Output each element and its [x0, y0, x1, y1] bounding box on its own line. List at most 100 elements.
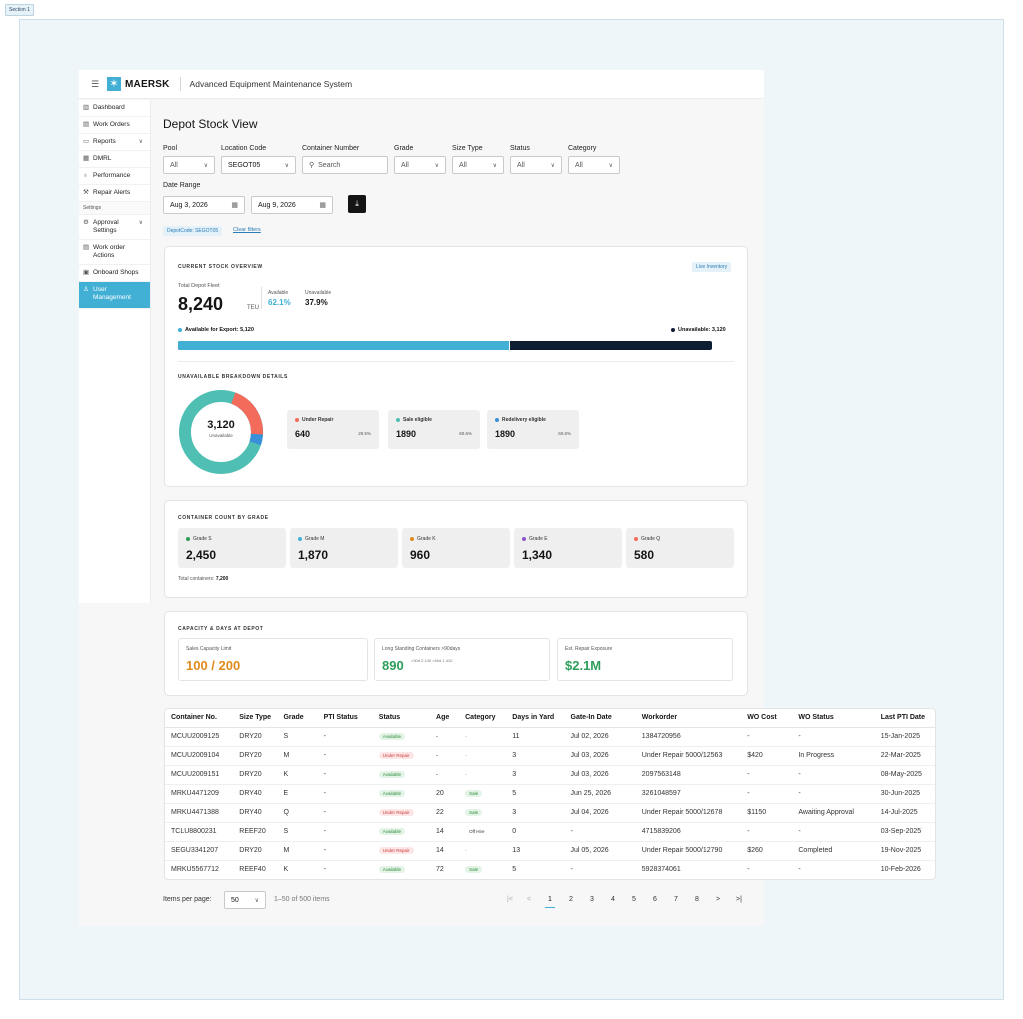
date-from-input[interactable]: Aug 3, 2026 ▦: [163, 196, 245, 214]
repair-exposure-tile: Est. Repair Exposure $2.1M: [557, 638, 733, 681]
table-cell: Under Repair: [372, 803, 431, 823]
table-row[interactable]: MRKU5567712 REEF40 K - Available 72 Sale 5-5928…: [165, 860, 935, 879]
grade-k-tile: Grade K 960: [402, 528, 510, 568]
grade-m-tile: Grade M 1,870: [290, 528, 398, 568]
prev-page-icon[interactable]: <: [527, 896, 531, 903]
download-button[interactable]: ⤓: [348, 195, 366, 213]
long-standing-label: Long Standing Containers >90days: [382, 646, 461, 652]
page-number-3[interactable]: 3: [590, 896, 594, 903]
per-page-select[interactable]: 50 ∨: [224, 891, 266, 909]
table-cell: 30-Jun-2025: [874, 784, 935, 804]
column-header[interactable]: Category: [459, 709, 507, 728]
sidebar-item-work-orders[interactable]: ▤ Work Orders: [79, 117, 150, 134]
location-select[interactable]: SEGOT05 ∨: [221, 156, 296, 174]
clipboard-icon: ▤: [83, 244, 90, 251]
status-badge: Available: [378, 866, 405, 873]
column-header[interactable]: Size Type: [233, 709, 278, 728]
page-number-8[interactable]: 8: [695, 896, 699, 903]
table-row[interactable]: SEGU3341207 DRY20 M - Under Repair 14-13 Jul 0…: [165, 841, 935, 861]
sidebar-item-dashboard[interactable]: ▥ Dashboard: [79, 100, 150, 117]
page-number-7[interactable]: 7: [674, 896, 678, 903]
pagination: Items per page: 50 ∨ 1–50 of 500 items |<…: [163, 891, 773, 909]
sidebar-item-repair-alerts[interactable]: ⚒ Repair Alerts: [79, 185, 150, 202]
column-header[interactable]: WO Status: [792, 709, 875, 728]
clear-filters-link[interactable]: Clear filters: [233, 227, 261, 233]
date-to-value: Aug 9, 2026: [258, 201, 296, 209]
page-number-6[interactable]: 6: [653, 896, 657, 903]
grade-name: Grade S: [186, 536, 212, 542]
grade-s-tile: Grade S 2,450: [178, 528, 286, 568]
column-header[interactable]: Days in Yard: [506, 709, 565, 728]
table-cell: DRY40: [233, 803, 278, 823]
column-header[interactable]: Age: [430, 709, 460, 728]
table-cell: Off Hire: [459, 822, 507, 842]
page-number-2[interactable]: 2: [569, 896, 573, 903]
table-cell: K: [277, 765, 318, 785]
column-header[interactable]: Grade: [277, 709, 318, 728]
chevron-down-icon: ∨: [203, 162, 208, 169]
active-filter-chip[interactable]: DepotCode: SEGOT05: [163, 226, 223, 236]
column-header[interactable]: Workorder: [635, 709, 742, 728]
column-header[interactable]: Container No.: [165, 709, 234, 728]
pool-select[interactable]: All ∨: [163, 156, 215, 174]
next-page-icon[interactable]: >: [716, 896, 720, 903]
status-dot: [396, 418, 400, 422]
table-cell: -: [317, 765, 373, 785]
page-number-4[interactable]: 4: [611, 896, 615, 903]
page-number-5[interactable]: 5: [632, 896, 636, 903]
date-range-label: Date Range: [163, 182, 201, 189]
grade-select[interactable]: All ∨: [394, 156, 446, 174]
table-row[interactable]: MRKU4471209 DRY40 E - Available 20 Sale 5 Jun 25…: [165, 784, 935, 804]
table-cell: MCUU2009151: [165, 765, 234, 785]
hamburger-icon[interactable]: ☰: [91, 79, 99, 90]
container-search-input[interactable]: ⚲ Search: [302, 156, 388, 174]
table-cell: Jul 03, 2026: [564, 765, 636, 785]
table-row[interactable]: MCUU2009125 DRY20 S - Available - -11 Jul 02, 2…: [165, 727, 935, 747]
column-header[interactable]: WO Cost: [741, 709, 793, 728]
sidebar-item-onboard-shops[interactable]: ▣ Onboard Shops: [79, 265, 150, 282]
table-row[interactable]: TCLU8800231 REEF20 S - Available 14 Off Hire 0-…: [165, 822, 935, 842]
table-cell: DRY20: [233, 727, 278, 747]
table-row[interactable]: MCUU2009104 DRY20 M - Under Repair - -3 Jul 03,…: [165, 746, 935, 766]
table-cell: Under Repair 5000/12790: [635, 841, 742, 861]
capacity-heading: CAPACITY & DAYS AT DEPOT: [178, 626, 264, 632]
column-header[interactable]: PTI Status: [317, 709, 373, 728]
table-cell: Sale: [459, 784, 507, 804]
unavailable-pct: 37.9%: [305, 298, 328, 307]
category-badge: Sale: [465, 790, 483, 797]
column-header[interactable]: Last PTI Date: [874, 709, 935, 728]
sidebar-item-user-management[interactable]: ♙ User Management: [79, 282, 150, 309]
grade-value: 2,450: [186, 548, 217, 562]
store-icon: ▣: [83, 269, 90, 276]
maersk-star-icon: ✶: [107, 77, 121, 91]
category-badge: Sale: [465, 809, 483, 816]
category-select[interactable]: All ∨: [568, 156, 620, 174]
status-badge: Under Repair: [378, 847, 414, 854]
first-page-icon[interactable]: |<: [507, 896, 513, 903]
table-cell: Jul 02, 2026: [564, 727, 636, 747]
table-cell: DRY20: [233, 765, 278, 785]
status-badge: Under Repair: [378, 809, 414, 816]
table-cell: 11: [506, 727, 565, 747]
date-to-input[interactable]: Aug 9, 2026 ▦: [251, 196, 333, 214]
sidebar-item-reports[interactable]: ▭ Reports ∨: [79, 134, 150, 151]
last-page-icon[interactable]: >|: [736, 896, 742, 903]
column-header[interactable]: Gate-In Date: [564, 709, 636, 728]
sidebar-item-dmrl[interactable]: ▦ DMRL: [79, 151, 150, 168]
table-row[interactable]: MCUU2009151 DRY20 K - Available - -3 Jul 03, 20…: [165, 765, 935, 785]
header-divider: [179, 77, 181, 91]
status-select[interactable]: All ∨: [510, 156, 562, 174]
column-header[interactable]: Status: [372, 709, 431, 728]
sidebar-item-work-order-actions[interactable]: ▤ Work order Actions: [79, 240, 150, 265]
table-cell: -: [741, 822, 793, 842]
page-number-1[interactable]: 1: [548, 896, 552, 903]
table-cell: MCUU2009125: [165, 727, 234, 747]
location-label: Location Code: [221, 145, 267, 152]
sidebar-item-approval-settings[interactable]: ⚙ Approval Settings ∨: [79, 215, 150, 240]
grade-value: 1,870: [298, 548, 329, 562]
table-cell: REEF20: [233, 822, 278, 842]
table-row[interactable]: MRKU4471388 DRY40 Q - Under Repair 22 Sale 3 Jul…: [165, 803, 935, 823]
size-type-select[interactable]: All ∨: [452, 156, 504, 174]
sidebar-item-performance[interactable]: ♁ Performance: [79, 168, 150, 185]
legend-dot: [671, 328, 675, 332]
